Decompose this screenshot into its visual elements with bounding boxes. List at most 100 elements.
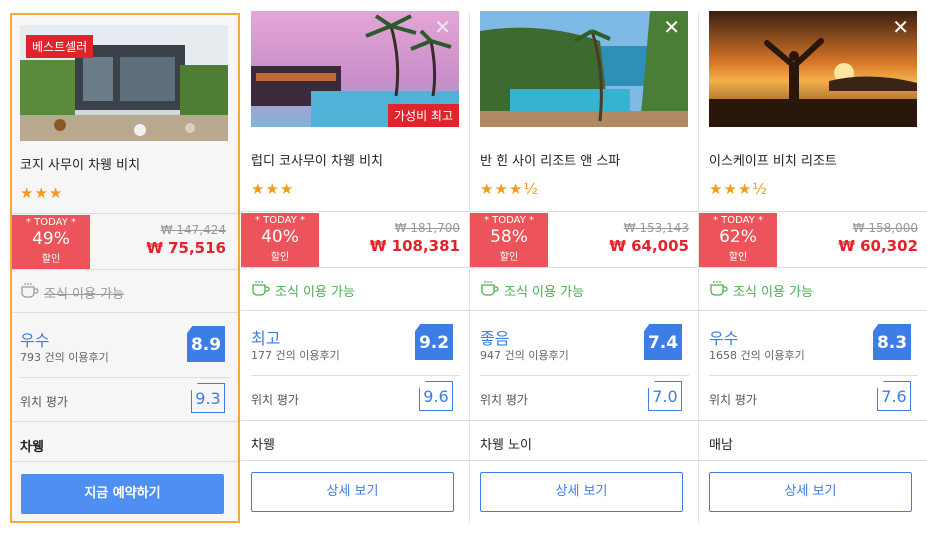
hotel-name[interactable]: 이스케이프 비치 리조트 bbox=[709, 150, 837, 169]
coffee-cup-icon bbox=[251, 280, 271, 300]
location-label: 위치 평가 bbox=[709, 393, 757, 407]
discount-percent: 58% bbox=[490, 227, 528, 247]
details-button[interactable]: 상세 보기 bbox=[480, 472, 683, 512]
sale-price: ₩ 60,302 bbox=[838, 237, 918, 255]
review-count[interactable]: 177 건의 이용후기 bbox=[251, 347, 340, 363]
divider bbox=[699, 310, 927, 311]
hotel-name[interactable]: 반 힌 사이 리조트 앤 스파 bbox=[480, 150, 620, 169]
sale-price: ₩ 75,516 bbox=[146, 239, 226, 257]
original-price: ₩ 158,000 bbox=[852, 221, 918, 235]
today-discount-badge: * TODAY * 62% 할인 bbox=[699, 213, 777, 267]
hotel-photo[interactable]: ✕ bbox=[480, 11, 688, 127]
discount-percent: 40% bbox=[261, 227, 299, 247]
discount-label: 할인 bbox=[270, 252, 290, 263]
breakfast-label: 조식 이용 가능 bbox=[44, 286, 125, 302]
original-price: ₩ 147,424 bbox=[160, 223, 226, 237]
hotel-card[interactable]: ✕ 가성비 최고 럽디 코사무이 차웽 비치 ★★★ * TODAY * 40%… bbox=[241, 0, 470, 535]
breakfast-label: 조식 이용 가능 bbox=[275, 284, 356, 300]
breakfast-label: 조식 이용 가능 bbox=[733, 284, 814, 300]
sale-price: ₩ 108,381 bbox=[369, 237, 460, 255]
star-rating: ★★★ bbox=[20, 184, 64, 202]
location-label: 위치 평가 bbox=[20, 395, 68, 409]
breakfast-info: 조식 이용 가능 bbox=[251, 280, 355, 300]
review-count[interactable]: 793 건의 이용후기 bbox=[20, 349, 109, 365]
today-label: * TODAY * bbox=[25, 217, 77, 228]
score-badge: 7.4 bbox=[644, 324, 682, 360]
divider bbox=[12, 421, 238, 422]
divider bbox=[241, 460, 470, 461]
hotel-photo[interactable]: ✕ 가성비 최고 bbox=[251, 11, 459, 127]
area-name: 차웽 bbox=[20, 440, 44, 455]
today-discount-badge: * TODAY * 40% 할인 bbox=[241, 213, 319, 267]
details-button[interactable]: 상세 보기 bbox=[709, 472, 912, 512]
breakfast-info: 조식 이용 가능 bbox=[480, 280, 584, 300]
coffee-cup-icon bbox=[709, 280, 729, 300]
score-label: 좋음 bbox=[480, 329, 510, 348]
location-label: 위치 평가 bbox=[251, 393, 299, 407]
score-label: 최고 bbox=[251, 329, 281, 348]
divider bbox=[480, 375, 689, 376]
area-name: 매남 bbox=[709, 438, 733, 453]
sale-price: ₩ 64,005 bbox=[609, 237, 689, 255]
star-rating: ★★★½ bbox=[709, 180, 768, 198]
location-score-badge: 9.3 bbox=[191, 383, 225, 413]
coffee-cup-icon bbox=[20, 282, 40, 302]
location-score-badge: 7.6 bbox=[877, 381, 911, 411]
score-badge: 8.9 bbox=[187, 326, 225, 362]
divider bbox=[470, 267, 699, 268]
close-icon[interactable]: ✕ bbox=[663, 17, 680, 37]
best-value-badge: 가성비 최고 bbox=[387, 104, 459, 127]
review-count[interactable]: 1658 건의 이용후기 bbox=[709, 347, 805, 363]
bestseller-badge: 베스트셀러 bbox=[26, 35, 94, 58]
divider bbox=[241, 310, 470, 311]
review-count[interactable]: 947 건의 이용후기 bbox=[480, 347, 569, 363]
today-label: * TODAY * bbox=[254, 215, 306, 226]
divider bbox=[251, 375, 460, 376]
hotel-name[interactable]: 럽디 코사무이 차웽 비치 bbox=[251, 150, 383, 169]
today-discount-badge: * TODAY * 49% 할인 bbox=[12, 215, 90, 269]
divider bbox=[699, 420, 927, 421]
area-name: 차웽 bbox=[251, 438, 275, 453]
hotel-card[interactable]: ✕ 반 힌 사이 리조트 앤 스파 ★★★½ * TODAY * 58% 할인 … bbox=[470, 0, 699, 535]
score-badge: 8.3 bbox=[873, 324, 911, 360]
divider bbox=[699, 267, 927, 268]
hotel-name[interactable]: 코지 사무이 차웽 비치 bbox=[20, 154, 140, 173]
divider bbox=[699, 460, 927, 461]
discount-label: 할인 bbox=[499, 252, 519, 263]
discount-percent: 49% bbox=[32, 229, 70, 249]
discount-percent: 62% bbox=[719, 227, 757, 247]
book-now-button[interactable]: 지금 예약하기 bbox=[21, 474, 224, 514]
divider bbox=[20, 377, 230, 378]
close-icon[interactable]: ✕ bbox=[892, 17, 909, 37]
divider bbox=[12, 312, 238, 313]
divider bbox=[709, 375, 918, 376]
original-price: ₩ 181,700 bbox=[394, 221, 460, 235]
hotel-photo[interactable]: ✕ bbox=[709, 11, 917, 127]
score-label: 우수 bbox=[709, 329, 739, 348]
hotel-photo[interactable]: 베스트셀러 bbox=[20, 25, 228, 141]
location-label: 위치 평가 bbox=[480, 393, 528, 407]
close-icon[interactable]: ✕ bbox=[434, 17, 451, 37]
today-label: * TODAY * bbox=[712, 215, 764, 226]
divider bbox=[241, 420, 470, 421]
today-discount-badge: * TODAY * 58% 할인 bbox=[470, 213, 548, 267]
score-badge: 9.2 bbox=[415, 324, 453, 360]
hotel-card[interactable]: 베스트셀러 코지 사무이 차웽 비치 ★★★ * TODAY * 49% 할인 … bbox=[10, 13, 240, 523]
area-name: 차웽 노이 bbox=[480, 438, 532, 453]
breakfast-label: 조식 이용 가능 bbox=[504, 284, 585, 300]
divider bbox=[470, 420, 699, 421]
location-score-badge: 9.6 bbox=[419, 381, 453, 411]
divider bbox=[470, 211, 699, 212]
divider bbox=[241, 211, 470, 212]
details-button[interactable]: 상세 보기 bbox=[251, 472, 454, 512]
divider bbox=[470, 310, 699, 311]
divider bbox=[12, 269, 238, 270]
hotel-card[interactable]: ✕ 이스케이프 비치 리조트 ★★★½ * TODAY * 62% 할인 ₩ 1… bbox=[699, 0, 927, 535]
divider bbox=[470, 460, 699, 461]
discount-label: 할인 bbox=[41, 254, 61, 265]
today-label: * TODAY * bbox=[483, 215, 535, 226]
divider bbox=[699, 211, 927, 212]
divider bbox=[12, 213, 238, 214]
discount-label: 할인 bbox=[728, 252, 748, 263]
original-price: ₩ 153,143 bbox=[623, 221, 689, 235]
